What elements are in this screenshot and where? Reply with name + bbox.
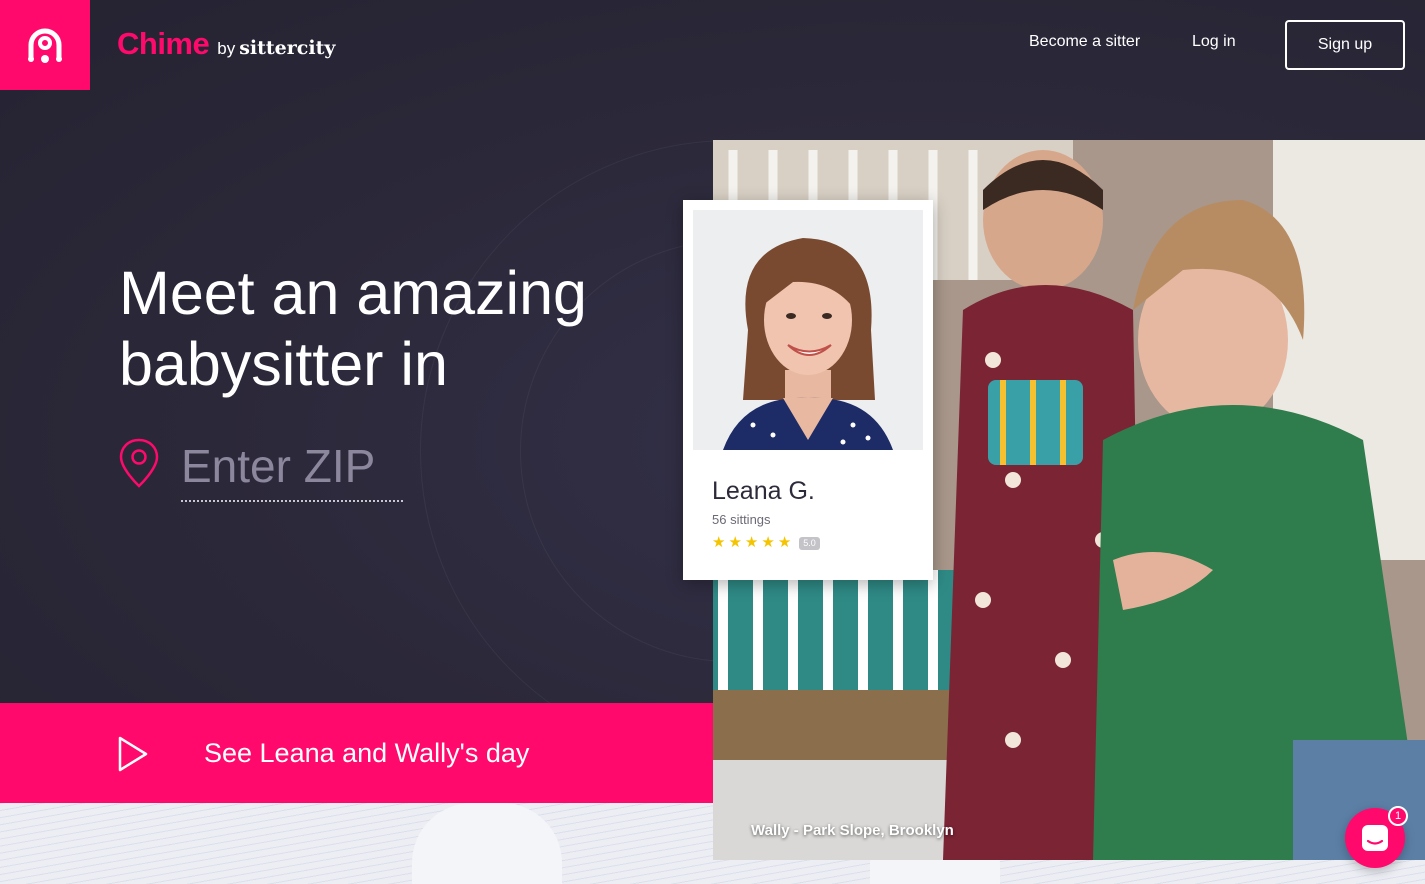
nav-become-sitter[interactable]: Become a sitter bbox=[1029, 33, 1140, 51]
brand-by: by bbox=[217, 39, 236, 58]
hero-headline: Meet an amazing babysitter in bbox=[119, 258, 679, 400]
sitter-logo-icon bbox=[28, 28, 62, 63]
sitter-name: Leana G. bbox=[712, 477, 815, 505]
star-icon: ★ bbox=[744, 534, 759, 551]
star-icon: ★ bbox=[761, 534, 775, 551]
zip-input[interactable] bbox=[181, 432, 403, 502]
headline-line-2: babysitter in bbox=[119, 330, 448, 398]
watch-video-button[interactable]: See Leana and Wally's day bbox=[0, 703, 713, 803]
play-icon bbox=[118, 736, 148, 772]
chat-notification-badge: 1 bbox=[1388, 806, 1408, 826]
chat-icon bbox=[1362, 825, 1388, 851]
headline-line-1: Meet an amazing bbox=[119, 259, 587, 327]
star-rating: ★ ★ ★ ★ ★ 5.0 bbox=[712, 535, 820, 551]
sign-up-button[interactable]: Sign up bbox=[1285, 20, 1405, 70]
star-icon: ★ bbox=[777, 534, 792, 551]
photo-caption: Wally - Park Slope, Brooklyn bbox=[751, 822, 954, 839]
brand-name: Chime bbox=[117, 26, 210, 61]
brand-logo[interactable]: Chime by sittercity bbox=[117, 26, 335, 62]
star-icon: ★ bbox=[728, 534, 742, 551]
rating-badge: 5.0 bbox=[799, 536, 820, 550]
brand-partner: sittercity bbox=[239, 37, 336, 59]
sittings-count: 56 sittings bbox=[712, 512, 771, 527]
footer-shape bbox=[412, 803, 562, 884]
sitter-portrait bbox=[693, 210, 923, 450]
watch-video-label: See Leana and Wally's day bbox=[204, 738, 530, 768]
logo-mark[interactable] bbox=[0, 0, 90, 90]
star-icon: ★ bbox=[712, 534, 726, 551]
sitter-profile-card[interactable]: Leana G. 56 sittings ★ ★ ★ ★ ★ 5.0 bbox=[683, 200, 933, 580]
nav-log-in[interactable]: Log in bbox=[1192, 33, 1236, 51]
location-pin-icon bbox=[118, 437, 160, 494]
sitter-avatar bbox=[693, 210, 923, 450]
